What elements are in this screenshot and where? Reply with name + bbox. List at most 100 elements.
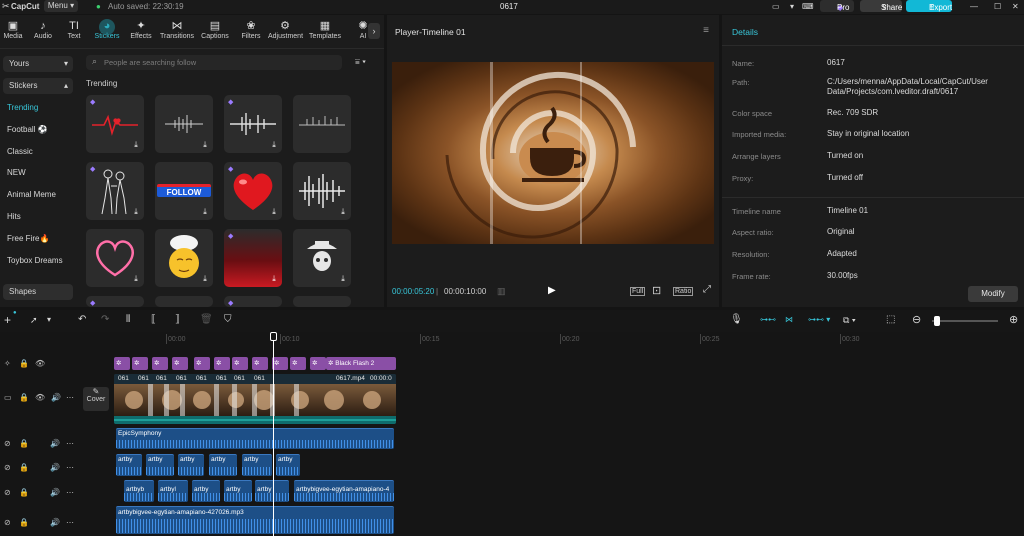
microphone-icon[interactable]: 🎙 bbox=[730, 314, 743, 325]
zoom-slider[interactable] bbox=[932, 316, 998, 326]
effect-clip[interactable]: ✲ bbox=[132, 357, 148, 370]
audio-clip[interactable]: artby bbox=[242, 454, 272, 476]
effect-clip[interactable]: ✲ bbox=[252, 357, 268, 370]
video-clip-label[interactable]: 0617.mp4 bbox=[336, 375, 365, 382]
volume-icon[interactable]: 🔊 bbox=[50, 463, 60, 472]
audio-clip-epic-symphony[interactable]: EpicSymphony bbox=[116, 428, 394, 449]
link-main-track-icon[interactable]: ⊶⊷ bbox=[760, 315, 776, 324]
video-clip-label[interactable]: 061 bbox=[254, 375, 265, 382]
keyboard-icon[interactable]: ⌨ bbox=[802, 2, 814, 11]
category-new[interactable]: NEW bbox=[7, 168, 26, 177]
sticker-waveform-1[interactable]: ⤓ bbox=[155, 95, 213, 153]
audio-clip[interactable]: artby bbox=[192, 480, 220, 502]
sticker-search[interactable]: ⌕ People are searching follow bbox=[86, 55, 342, 70]
lock-icon[interactable]: 🔒 bbox=[19, 488, 29, 497]
cover-button[interactable]: ✎ Cover bbox=[83, 387, 109, 411]
sticker-partial-2[interactable] bbox=[155, 296, 213, 307]
player-menu-icon[interactable]: ≡ bbox=[703, 25, 709, 36]
audio-clip[interactable]: artby bbox=[178, 454, 204, 476]
sticker-chef-emoji[interactable]: ⤓ bbox=[155, 229, 213, 287]
audio-clip-amapiano[interactable]: artbybigvee-egytian-amapiano-427026.mp3 bbox=[116, 506, 394, 534]
video-preview[interactable] bbox=[392, 62, 714, 244]
more-icon[interactable]: ⋯ bbox=[66, 518, 74, 527]
tab-text[interactable]: TI Text bbox=[57, 19, 91, 40]
sticker-red-heart[interactable]: ◆ ⤓ bbox=[224, 162, 282, 220]
audio-clip[interactable]: artbyl bbox=[158, 480, 188, 502]
eye-icon[interactable]: 👁 bbox=[35, 393, 45, 402]
export-button[interactable]: ⇧ Export bbox=[906, 0, 952, 12]
audio-clip[interactable]: artby bbox=[255, 480, 289, 502]
tab-stickers[interactable]: ◕Stickers bbox=[90, 19, 124, 40]
audio-clip[interactable]: artbyb bbox=[124, 480, 154, 502]
zoom-out-icon[interactable]: ⊖ bbox=[912, 313, 921, 326]
audio-clip[interactable]: artby bbox=[224, 480, 252, 502]
volume-icon[interactable]: 🔊 bbox=[50, 518, 60, 527]
split-icon[interactable]: ⫴ bbox=[126, 314, 130, 325]
play-icon[interactable]: ▶ bbox=[548, 285, 556, 296]
audio-clip[interactable]: artby bbox=[146, 454, 174, 476]
sticker-couple[interactable]: ◆ ⤓ bbox=[86, 162, 144, 220]
menu-button[interactable]: Menu ▾ bbox=[44, 0, 78, 12]
maximize-icon[interactable]: ☐ bbox=[994, 2, 1001, 11]
download-icon[interactable]: ⤓ bbox=[269, 207, 279, 217]
download-icon[interactable]: ⤓ bbox=[338, 274, 348, 284]
effect-clip[interactable]: ✲ bbox=[172, 357, 188, 370]
sticker-waveform-3[interactable] bbox=[293, 95, 351, 153]
video-clip-label[interactable]: 061 bbox=[234, 375, 245, 382]
download-icon[interactable]: ⤓ bbox=[131, 274, 141, 284]
magnet-icon[interactable]: ⋈ bbox=[785, 315, 793, 324]
video-clip-label[interactable]: 061 bbox=[216, 375, 227, 382]
video-clip-label[interactable]: 00:00:0 bbox=[370, 375, 392, 382]
sticker-partial-1[interactable]: ◆ bbox=[86, 296, 144, 307]
shapes-dropdown[interactable]: Shapes bbox=[3, 284, 73, 300]
modify-button[interactable]: Modify bbox=[968, 286, 1018, 302]
video-clip-label[interactable]: 061 bbox=[138, 375, 149, 382]
audio-clip[interactable]: artby bbox=[209, 454, 237, 476]
redo-icon[interactable]: ↷ bbox=[101, 314, 109, 325]
close-icon[interactable]: ✕ bbox=[1012, 2, 1019, 11]
effect-clip[interactable]: ✲ bbox=[152, 357, 168, 370]
category-free-fire[interactable]: Free Fire🔥 bbox=[7, 234, 49, 243]
tab-templates[interactable]: ▦ Templates bbox=[308, 19, 342, 40]
download-icon[interactable]: ⤓ bbox=[131, 207, 141, 217]
more-icon[interactable]: ⋯ bbox=[66, 439, 74, 448]
snapshot-icon[interactable]: ⊡ bbox=[652, 284, 661, 297]
eye-icon[interactable]: 👁 bbox=[35, 359, 45, 368]
pro-button[interactable]: ◆ Pro bbox=[820, 0, 854, 12]
sticker-partial-4[interactable] bbox=[293, 296, 351, 307]
delete-icon[interactable]: 🗑 bbox=[200, 314, 213, 325]
effect-clip[interactable]: ✲ bbox=[310, 357, 326, 370]
tab-audio[interactable]: ♪ Audio bbox=[26, 19, 60, 40]
lock-icon[interactable]: 🔒 bbox=[19, 463, 29, 472]
effect-clip[interactable]: ✲ bbox=[194, 357, 210, 370]
audio-clip[interactable]: artbybigvee-egytian-amapiano-4 bbox=[294, 480, 394, 502]
share-button[interactable]: ⇪ Share bbox=[860, 0, 902, 12]
marker-icon[interactable]: ⛉ bbox=[224, 314, 232, 325]
playhead-handle[interactable] bbox=[270, 332, 277, 341]
lock-icon[interactable]: 🔒 bbox=[19, 393, 29, 402]
effect-clip-black-flash[interactable]: ✲ Black Flash 2 bbox=[326, 357, 396, 370]
sticker-heartbeat[interactable]: ◆ ⤓ bbox=[86, 95, 144, 153]
video-clip-label[interactable]: 061 bbox=[118, 375, 129, 382]
tab-transitions[interactable]: ⋈ Transitions bbox=[160, 19, 194, 40]
category-hits[interactable]: Hits bbox=[7, 212, 21, 221]
trim-left-icon[interactable]: ⟦ bbox=[151, 314, 156, 325]
tab-filters[interactable]: ❀ Filters bbox=[234, 19, 268, 40]
category-animal-meme[interactable]: Animal Meme bbox=[7, 190, 56, 199]
category-trending[interactable]: Trending bbox=[7, 103, 38, 112]
sticker-follow[interactable]: FOLLOW ⤓ bbox=[155, 162, 213, 220]
trim-right-icon[interactable]: ⟧ bbox=[175, 314, 180, 325]
effect-clip[interactable]: ✲ bbox=[272, 357, 288, 370]
minimize-icon[interactable]: — bbox=[970, 2, 978, 11]
sticker-waveform-2[interactable]: ◆ ⤓ bbox=[224, 95, 282, 153]
sticker-red-gradient[interactable]: ◆ ⤓ bbox=[224, 229, 282, 287]
caption-icon[interactable]: ⬚ bbox=[886, 314, 895, 325]
zoom-in-icon[interactable]: ⊕ bbox=[1009, 313, 1018, 326]
fullscreen-icon[interactable]: ⤢ bbox=[703, 284, 711, 295]
audio-icon[interactable]: 🔊 bbox=[51, 393, 61, 402]
yours-dropdown[interactable]: Yours ▾ bbox=[3, 56, 73, 72]
category-football[interactable]: Football ⚽ bbox=[7, 125, 48, 134]
timeline-grid-icon[interactable]: ▥ bbox=[497, 286, 506, 297]
download-icon[interactable]: ⤓ bbox=[269, 140, 279, 150]
stickers-dropdown[interactable]: Stickers ▴ bbox=[3, 78, 73, 94]
